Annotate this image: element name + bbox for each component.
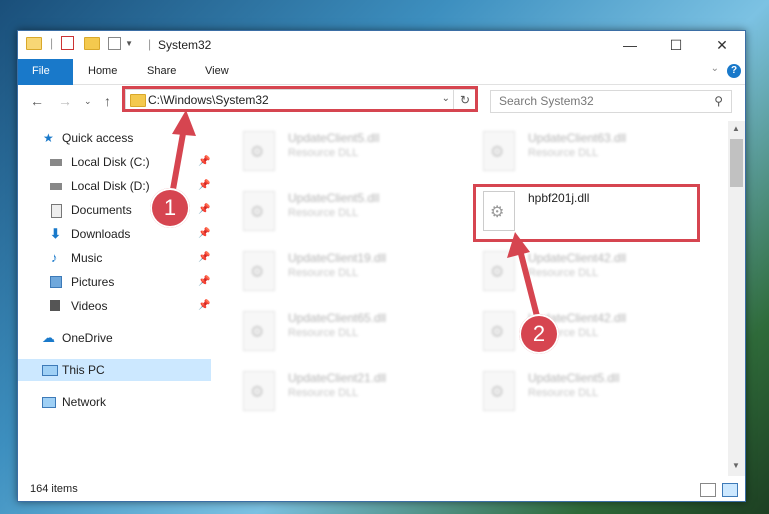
step-2-badge: 2 bbox=[519, 314, 559, 354]
arrow-2-head bbox=[507, 232, 530, 258]
arrow-1-line bbox=[169, 125, 187, 198]
arrow-2-line bbox=[517, 247, 541, 323]
annotation-arrows bbox=[169, 110, 541, 323]
arrow-1-head bbox=[172, 110, 196, 136]
step-1-badge: 1 bbox=[150, 188, 190, 228]
